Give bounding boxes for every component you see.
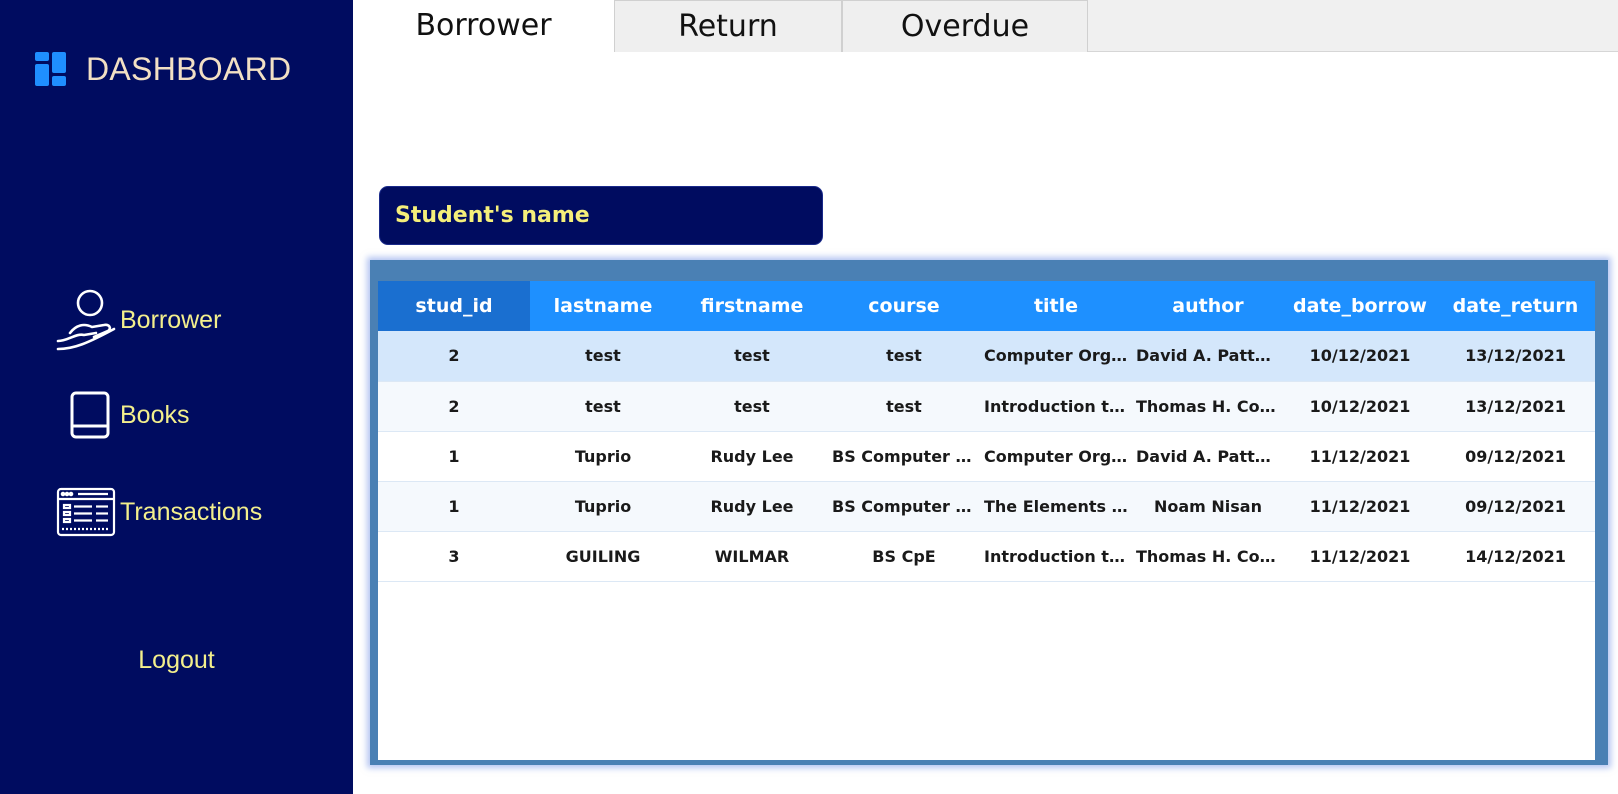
column-header-date-borrow[interactable]: date_borrow (1284, 281, 1436, 331)
table-cell: Computer Organ... (980, 331, 1132, 382)
table-cell: Computer Organ... (980, 431, 1132, 482)
book-icon (60, 388, 120, 442)
sidebar-item-books[interactable]: Books (60, 388, 189, 442)
table-cell: Introduction to ... (980, 381, 1132, 432)
table-cell: 1 (378, 481, 530, 532)
table-cell: 11/12/2021 (1284, 481, 1436, 532)
transactions-table[interactable]: stud_id lastname firstname course title … (378, 281, 1595, 760)
table-cell: test (530, 331, 676, 382)
table-cell: Thomas H. Corm... (1132, 381, 1284, 432)
column-header-course[interactable]: course (828, 281, 980, 331)
table-cell: Tuprio (530, 431, 676, 482)
table-cell: Rudy Lee (676, 481, 828, 532)
table-cell: BS Computer En... (828, 431, 980, 482)
table-cell: 11/12/2021 (1284, 431, 1436, 482)
table-cell: 13/12/2021 (1436, 381, 1595, 432)
table-cell: Introduction to ... (980, 531, 1132, 582)
column-header-title[interactable]: title (980, 281, 1132, 331)
sidebar: DASHBOARD Borrower Books Transactions Lo… (0, 0, 353, 794)
student-name-label: Student's name (395, 203, 590, 228)
table-cell: Noam Nisan (1132, 481, 1284, 532)
table-cell: test (828, 331, 980, 382)
table-cell: 11/12/2021 (1284, 531, 1436, 582)
dashboard-icon (35, 52, 66, 86)
column-header-author[interactable]: author (1132, 281, 1284, 331)
sidebar-item-transactions[interactable]: Transactions (52, 484, 262, 540)
table-cell: test (828, 381, 980, 432)
table-cell: 3 (378, 531, 530, 582)
table-cell: test (530, 381, 676, 432)
table-row[interactable]: 1 Tuprio Rudy Lee BS Computer En... Comp… (378, 431, 1595, 482)
tab-return[interactable]: Return (614, 0, 842, 52)
table-cell: test (676, 331, 828, 382)
table-cell: 10/12/2021 (1284, 381, 1436, 432)
column-header-stud-id[interactable]: stud_id (378, 281, 530, 331)
brand: DASHBOARD (34, 44, 291, 94)
table-row[interactable]: 3 GUILING WILMAR BS CpE Introduction to … (378, 531, 1595, 582)
table-cell: 10/12/2021 (1284, 331, 1436, 382)
table-row[interactable]: 2 test test test Introduction to ... Tho… (378, 381, 1595, 432)
sidebar-item-label: Borrower (120, 305, 222, 334)
hand-person-icon (52, 288, 120, 352)
table-cell: 09/12/2021 (1436, 431, 1595, 482)
table-cell: Rudy Lee (676, 431, 828, 482)
column-header-lastname[interactable]: lastname (530, 281, 676, 331)
tab-overdue[interactable]: Overdue (842, 0, 1088, 52)
table-cell: 1 (378, 431, 530, 482)
sidebar-item-label: Books (120, 400, 190, 429)
table-cell: WILMAR (676, 531, 828, 582)
column-header-firstname[interactable]: firstname (676, 281, 828, 331)
table-cell: David A. Patterson (1132, 431, 1284, 482)
tab-borrower[interactable]: Borrower (353, 0, 614, 53)
table-cell: BS Computer En... (828, 481, 980, 532)
transactions-table-frame: stud_id lastname firstname course title … (370, 260, 1608, 765)
column-header-date-return[interactable]: date_return (1436, 281, 1595, 331)
table-cell: The Elements of ... (980, 481, 1132, 532)
table-cell: GUILING (530, 531, 676, 582)
tab-bar: Borrower Return Overdue (353, 0, 1618, 53)
window-list-icon (52, 484, 120, 540)
table-cell: 09/12/2021 (1436, 481, 1595, 532)
brand-title: DASHBOARD (86, 50, 292, 87)
student-name-field[interactable]: Student's name (379, 186, 823, 245)
table-cell: Thomas H. Corm... (1132, 531, 1284, 582)
sidebar-item-label: Transactions (120, 497, 263, 526)
table-row[interactable]: 2 test test test Computer Organ... David… (378, 331, 1595, 382)
table-cell: Tuprio (530, 481, 676, 532)
table-cell: test (676, 381, 828, 432)
sidebar-item-borrower[interactable]: Borrower (52, 288, 221, 352)
table-cell: David A. Patterson (1132, 331, 1284, 382)
table-cell: 13/12/2021 (1436, 331, 1595, 382)
table-cell: 2 (378, 381, 530, 432)
logout-button[interactable]: Logout (0, 646, 353, 675)
table-cell: 14/12/2021 (1436, 531, 1595, 582)
table-row[interactable]: 1 Tuprio Rudy Lee BS Computer En... The … (378, 481, 1595, 532)
table-cell: BS CpE (828, 531, 980, 582)
table-cell: 2 (378, 331, 530, 382)
table-header-row: stud_id lastname firstname course title … (378, 281, 1595, 331)
